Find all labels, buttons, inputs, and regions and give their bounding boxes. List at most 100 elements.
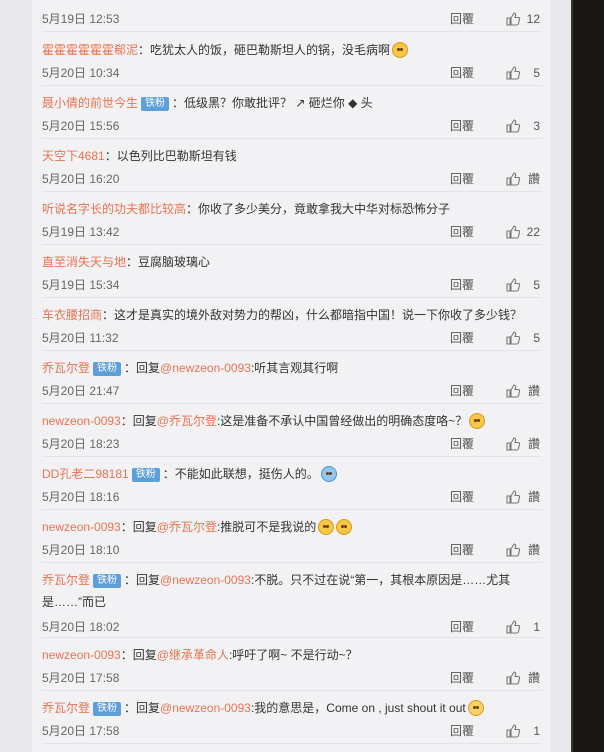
mention-link[interactable]: @newzeon-0093 <box>160 701 251 715</box>
reply-button[interactable]: 回覆 <box>450 64 474 82</box>
mention-link[interactable]: @newzeon-0093 <box>160 361 251 375</box>
thumbs-up-icon[interactable] <box>506 543 521 557</box>
reply-button[interactable]: 回覆 <box>450 541 474 559</box>
thumbs-up-icon[interactable] <box>506 724 521 738</box>
like-count: 5 <box>533 66 540 80</box>
right-dark-bar <box>571 0 604 752</box>
mention-link[interactable]: @newzeon-0093 <box>160 573 251 587</box>
thumbs-up-icon[interactable] <box>506 620 521 634</box>
thumbs-up-icon[interactable] <box>506 225 521 239</box>
doge-emoji-icon <box>318 519 335 535</box>
comment-meta: 5月20日 10:34 回覆 5 <box>42 64 542 82</box>
like-count: 1 <box>533 724 540 738</box>
reply-button[interactable]: 回覆 <box>450 382 474 400</box>
comment-meta: 5月20日 18:23 回覆 讚 <box>42 435 542 453</box>
comment-content: 车衣腰招商：这才是真实的境外敌对势力的帮凶，什么都暗指中国！说一下你收了多少钱？ <box>42 305 542 325</box>
comment-text: ：这才是真实的境外敌对势力的帮凶，什么都暗指中国！说一下你收了多少钱？ <box>102 308 523 322</box>
comment-meta: 5月20日 16:20 回覆 讚 <box>42 170 542 188</box>
reply-button[interactable]: 回覆 <box>450 669 474 687</box>
mention-link[interactable]: @继承革命人 <box>157 648 229 662</box>
reply-to-label: 回复 <box>132 648 157 662</box>
comment-time: 5月20日 10:34 <box>42 66 120 80</box>
comment-username[interactable]: 聂小倩的前世今生 <box>42 96 138 110</box>
comment-username[interactable]: newzeon-0093 <box>42 520 121 534</box>
comment-time: 5月20日 11:32 <box>42 331 119 345</box>
right-bar-edge <box>571 0 573 752</box>
comment-item: 聂小倩的前世今生 铁粉 ：低级黑？你敢批评？ ↗ 砸烂你 ◆ 头 5月20日 15:5… <box>42 85 542 139</box>
reply-button[interactable]: 回覆 <box>450 276 474 294</box>
comment-time: 5月19日 13:42 <box>42 225 120 239</box>
reply-button[interactable]: 回覆 <box>450 117 474 135</box>
comment-meta: 5月20日 17:58 回覆 1 <box>42 722 542 740</box>
comment-time: 5月20日 18:02 <box>42 620 120 634</box>
comment-meta: 5月20日 18:02 回覆 1 <box>42 618 542 636</box>
comment-text: :听其言观其行啊 <box>250 361 339 375</box>
comment-content: 乔瓦尔登 铁粉 ：回复@newzeon-0093:听其言观其行啊 <box>42 358 542 378</box>
comment-username[interactable]: 乔瓦尔登 <box>42 361 90 375</box>
comment-username[interactable]: 听说名字长的功夫都比较高 <box>42 202 186 216</box>
comment-username[interactable]: 直至消失天与地 <box>42 255 126 269</box>
thumbs-up-icon[interactable] <box>506 437 521 451</box>
comment-username[interactable]: newzeon-0093 <box>42 648 121 662</box>
comment-time: 5月20日 15:56 <box>42 119 120 133</box>
reply-button[interactable]: 回覆 <box>450 722 474 740</box>
reply-prefix: ： <box>124 573 137 587</box>
comment-username[interactable]: DD孔老二98181 <box>42 467 129 481</box>
comments-panel: 5月19日 12:53 回覆 12 霍霍霍霍霍霍郗泥：吃犹太人的饭，砸巴勒斯坦人的锅，… <box>32 0 550 752</box>
comment-username[interactable]: 乔瓦尔登 <box>42 701 90 715</box>
comment-item: 霍霍霍霍霍霍郗泥：吃犹太人的饭，砸巴勒斯坦人的锅，没毛病啊 5月20日 10:34… <box>42 32 542 86</box>
reply-button[interactable]: 回覆 <box>450 435 474 453</box>
reply-prefix: ： <box>120 520 133 534</box>
mention-link[interactable]: @乔瓦尔登 <box>157 414 217 428</box>
comment-time: 5月20日 17:58 <box>42 671 120 685</box>
comment-content: newzeon-0093：回复@乔瓦尔登:推脱可不是我说的 <box>42 517 542 537</box>
mention-link[interactable]: @乔瓦尔登 <box>157 520 217 534</box>
comment-username[interactable]: 车衣腰招商 <box>42 308 102 322</box>
thumbs-up-icon[interactable] <box>506 671 521 685</box>
comment-text: ：你收了多少美分，竟敢拿我大中华对标恐怖分子 <box>186 202 451 216</box>
comment-username[interactable]: 天空下4681 <box>42 149 105 163</box>
comment-meta: 5月20日 18:10 回覆 讚 <box>42 541 542 559</box>
reply-to-label: 回复 <box>136 701 161 715</box>
thumbs-up-icon[interactable] <box>506 66 521 80</box>
comment-time: 5月20日 18:10 <box>42 543 120 557</box>
comment-time: 5月20日 21:47 <box>42 384 120 398</box>
comment-time: 5月20日 17:58 <box>42 724 120 738</box>
comment-time: 5月20日 18:16 <box>42 490 120 504</box>
comment-meta: 5月19日 15:34 回覆 5 <box>42 276 542 294</box>
fan-badge: 铁粉 <box>93 574 122 588</box>
reply-button[interactable]: 回覆 <box>450 10 474 28</box>
reply-button[interactable]: 回覆 <box>450 170 474 188</box>
reply-prefix: ： <box>124 701 137 715</box>
comment-username[interactable]: 乔瓦尔登 <box>42 573 90 587</box>
comment-time: 5月19日 15:34 <box>42 278 120 292</box>
thumbs-up-icon[interactable] <box>506 172 521 186</box>
comment-username[interactable]: newzeon-0093 <box>42 414 121 428</box>
comment-text: ：以色列比巴勒斯坦有钱 <box>104 149 237 163</box>
thumbs-up-icon[interactable] <box>506 490 521 504</box>
reply-to-label: 回复 <box>132 414 157 428</box>
reply-button[interactable]: 回覆 <box>450 223 474 241</box>
comment-meta: 5月20日 17:58 回覆 讚 <box>42 669 542 687</box>
comment-username[interactable]: 霍霍霍霍霍霍郗泥 <box>42 43 138 57</box>
like-count: 22 <box>526 225 540 239</box>
like-count: 5 <box>533 278 540 292</box>
reply-button[interactable]: 回覆 <box>450 618 474 636</box>
like-count: 3 <box>533 119 540 133</box>
shy-emoji-icon <box>467 700 484 716</box>
like-count: 5 <box>533 331 540 345</box>
comment-meta: 5月19日 12:53 回覆 12 <box>42 10 542 28</box>
comment-item: 直至消失天与地：豆腐脑玻璃心 5月19日 15:34 回覆 5 <box>42 244 542 298</box>
comment-meta: 5月20日 15:56 回覆 3 <box>42 117 542 135</box>
thumbs-up-icon[interactable] <box>506 384 521 398</box>
thumbs-up-icon[interactable] <box>506 119 521 133</box>
thumbs-up-icon[interactable] <box>506 12 521 26</box>
reply-button[interactable]: 回覆 <box>450 488 474 506</box>
reply-prefix: ： <box>120 414 133 428</box>
comment-item: 听说名字长的功夫都比较高：你收了多少美分，竟敢拿我大中华对标恐怖分子 5月19日 … <box>42 191 542 245</box>
comment-content: 乔瓦尔登 铁粉 ：回复@newzeon-0093:我的意思是，Come on , j… <box>42 698 542 718</box>
thumbs-up-icon[interactable] <box>506 278 521 292</box>
comment-item: newzeon-0093：回复@乔瓦尔登:推脱可不是我说的 5月20日 18:10… <box>42 509 542 563</box>
reply-button[interactable]: 回覆 <box>450 329 474 347</box>
thumbs-up-icon[interactable] <box>506 331 521 345</box>
